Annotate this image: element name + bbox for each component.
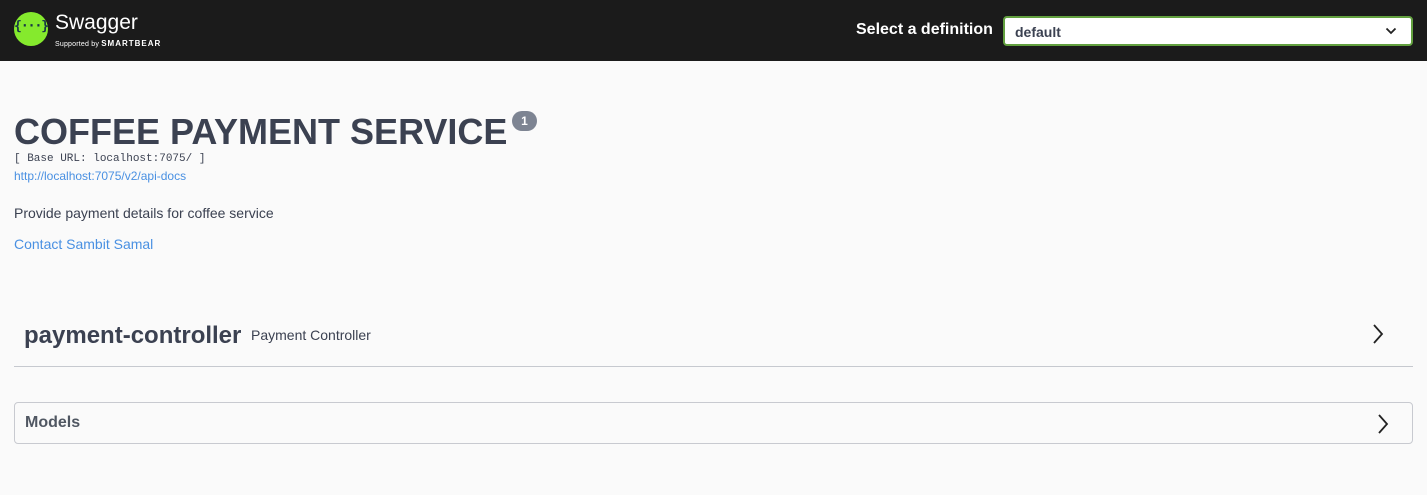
chevron-right-icon (1378, 414, 1389, 434)
logo-title: Swagger (55, 11, 138, 34)
logo-sub-brand: SMARTBEAR (101, 39, 162, 48)
service-description: Provide payment details for coffee servi… (14, 205, 274, 221)
topbar: {···} Swagger Supported by SMARTBEAR Sel… (0, 0, 1427, 61)
definition-select[interactable]: default (1003, 16, 1413, 46)
definition-select-value: default (1015, 24, 1061, 40)
tag-name: payment-controller (24, 322, 242, 349)
select-definition-label: Select a definition (856, 21, 993, 38)
logo-subtitle: Supported by SMARTBEAR (55, 39, 161, 48)
logo-glyph: {···} (14, 19, 49, 34)
tag-payment-controller[interactable]: payment-controller Payment Controller (14, 304, 1413, 367)
contact-link[interactable]: Contact Sambit Samal (14, 236, 153, 252)
models-title: Models (25, 414, 81, 431)
tag-description: Payment Controller (251, 327, 371, 343)
chevron-down-icon (1385, 27, 1397, 35)
logo-sub-prefix: Supported by (55, 41, 100, 48)
version-badge: 1 (512, 111, 537, 131)
swagger-logo[interactable]: {···} Swagger Supported by SMARTBEAR (14, 11, 161, 50)
swagger-logo-icon: {···} (14, 12, 49, 46)
logo-text: Swagger Supported by SMARTBEAR (55, 11, 161, 48)
api-docs-link[interactable]: http://localhost:7075/v2/api-docs (14, 169, 186, 183)
models-section[interactable]: Models (14, 402, 1413, 444)
base-url: [ Base URL: localhost:7075/ ] (14, 153, 206, 165)
page-title: COFFEE PAYMENT SERVICE (14, 111, 508, 152)
chevron-right-icon (1373, 324, 1384, 344)
